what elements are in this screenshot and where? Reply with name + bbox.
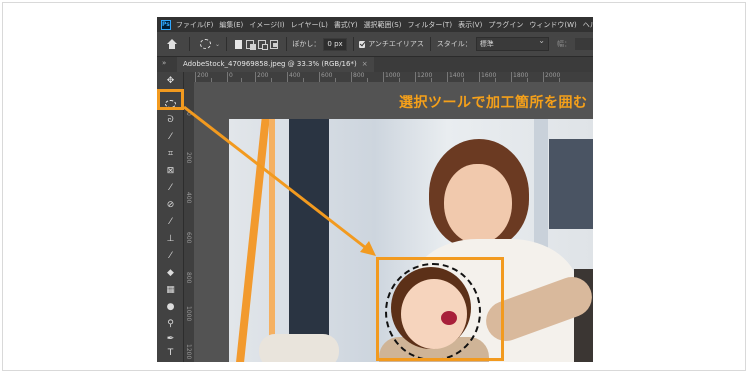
blur-icon[interactable]: ● (165, 302, 176, 313)
magic-wand-icon[interactable]: ⁄ (165, 132, 176, 143)
menu-filter[interactable]: フィルター(T) (407, 20, 452, 30)
ruler-label: 600 (185, 232, 192, 244)
options-bar: ⌄ ぼかし： 0 px アンチエイリアス スタイル： 標準 幅： (157, 32, 593, 57)
add-to-selection-icon[interactable] (246, 39, 257, 50)
ruler-label: 1200 (417, 72, 433, 79)
ruler-label: 0 (185, 112, 192, 116)
ruler-label: 1600 (481, 72, 497, 79)
ruler-corner (184, 72, 194, 82)
ruler-label: 200 (197, 72, 209, 79)
ruler-label: 400 (289, 72, 301, 79)
ruler-label: 800 (353, 72, 365, 79)
new-selection-icon[interactable] (234, 39, 243, 49)
style-select[interactable]: 標準 (475, 35, 549, 51)
document-tab-title: AdobeStock_470969858.jpeg @ 33.3% (RGB/1… (183, 60, 357, 68)
pen-icon[interactable]: ✒ (165, 334, 176, 345)
menu-edit[interactable]: 編集(E) (219, 20, 243, 30)
ruler-label: 1000 (385, 72, 401, 79)
style-label: スタイル： (436, 40, 472, 48)
chevron-down-icon[interactable]: ⌄ (215, 41, 220, 48)
document-tab-row: » AdobeStock_470969858.jpeg @ 33.3% (RGB… (157, 57, 593, 72)
ruler-label: 1800 (513, 72, 529, 79)
menu-file[interactable]: ファイル(F) (176, 20, 214, 30)
clone-stamp-icon[interactable]: ⊥ (165, 234, 176, 245)
menu-view[interactable]: 表示(V) (458, 20, 482, 30)
gradient-icon[interactable]: ▦ (165, 285, 176, 296)
divider (189, 37, 190, 51)
photoshop-logo-icon: Ps (161, 19, 171, 30)
ruler-label: 400 (185, 192, 192, 204)
collapse-panel-icon[interactable]: » (162, 59, 166, 67)
ruler-label: 600 (321, 72, 333, 79)
eyedropper-icon[interactable]: ⁄ (165, 183, 176, 194)
ruler-label: 1200 (185, 344, 192, 360)
ruler-label: 2000 (545, 72, 561, 79)
close-icon[interactable]: × (362, 60, 368, 68)
subtract-from-selection-icon[interactable] (258, 39, 268, 50)
brush-icon[interactable]: ⁄ (165, 217, 176, 228)
document-tab[interactable]: AdobeStock_470969858.jpeg @ 33.3% (RGB/1… (177, 57, 374, 72)
dodge-icon[interactable]: ⚲ (165, 319, 176, 330)
ruler-label: 200 (185, 152, 192, 164)
width-input[interactable] (575, 38, 593, 50)
history-brush-icon[interactable]: ⁄ (165, 251, 176, 262)
selection-highlight-box (376, 257, 504, 361)
feather-input[interactable]: 0 px (323, 37, 347, 51)
menu-bar: Ps ファイル(F) 編集(E) イメージ(I) レイヤー(L) 書式(Y) 選… (157, 17, 593, 32)
crop-icon[interactable]: ⌗ (165, 149, 176, 160)
frame-icon[interactable]: ⊠ (165, 166, 176, 177)
elliptical-marquee-preset-icon[interactable] (199, 39, 211, 49)
divider (429, 37, 431, 51)
antialias-checkbox[interactable] (359, 40, 366, 48)
menu-type[interactable]: 書式(Y) (334, 20, 358, 30)
eraser-icon[interactable]: ◆ (165, 268, 176, 279)
photoshop-window: Ps ファイル(F) 編集(E) イメージ(I) レイヤー(L) 書式(Y) 選… (157, 17, 593, 362)
divider (352, 37, 354, 51)
antialias-label: アンチエイリアス (368, 40, 424, 48)
tools-panel: ✥ ᘐ ⁄ ⌗ ⊠ ⁄ ⊘ ⁄ ⊥ ⁄ ◆ ▦ ● ⚲ ✒ T (157, 72, 184, 362)
annotation-text: 選択ツールで加工箇所を囲む (399, 95, 588, 111)
ruler-label: 200 (257, 72, 269, 79)
move-icon[interactable]: ✥ (165, 76, 176, 87)
menu-layer[interactable]: レイヤー(L) (291, 20, 328, 30)
divider (285, 37, 287, 51)
menu-window[interactable]: ウィンドウ(W) (529, 20, 576, 30)
home-icon[interactable] (167, 39, 178, 49)
ruler-label: 1400 (449, 72, 465, 79)
ruler-label: 800 (185, 272, 192, 284)
menu-image[interactable]: イメージ(I) (249, 20, 284, 30)
width-label: 幅： (557, 40, 571, 48)
ruler-label: 1000 (185, 306, 192, 322)
divider (225, 37, 227, 51)
tool-highlight-box (157, 89, 184, 110)
lasso-icon[interactable]: ᘐ (165, 115, 176, 126)
healing-brush-icon[interactable]: ⊘ (165, 200, 176, 211)
ruler-label: 0 (229, 72, 233, 79)
menu-plugins[interactable]: プラグイン (488, 20, 523, 30)
type-icon[interactable]: T (165, 348, 176, 359)
intersect-selection-icon[interactable] (269, 39, 278, 49)
menu-select[interactable]: 選択範囲(S) (364, 20, 402, 30)
menu-help[interactable]: ヘルプ(H) (583, 20, 593, 30)
feather-label: ぼかし： (292, 40, 321, 48)
